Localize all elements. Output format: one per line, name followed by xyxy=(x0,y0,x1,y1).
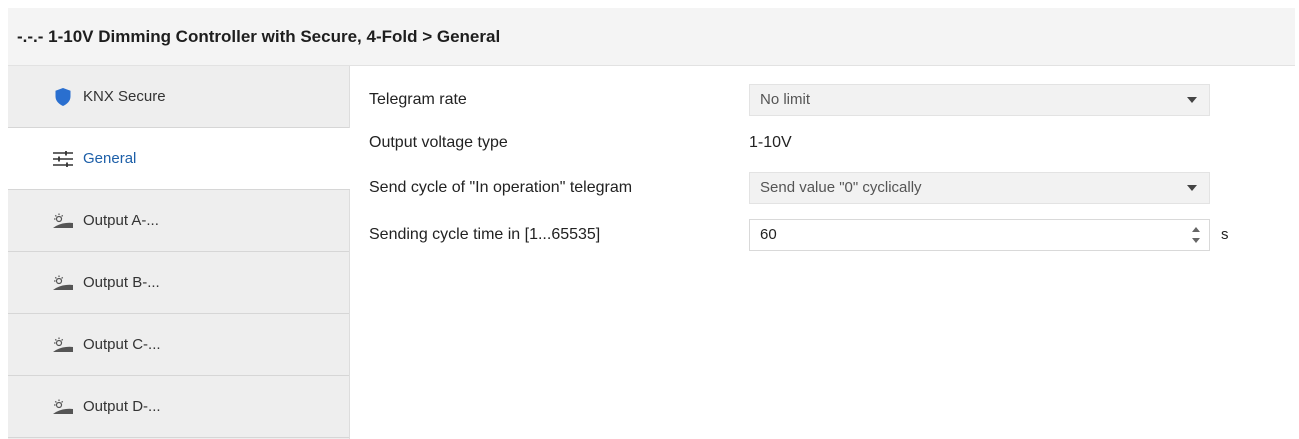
telegram-rate-label: Telegram rate xyxy=(369,91,467,108)
shield-icon xyxy=(52,86,74,108)
sending-cycle-time-label: Sending cycle time in [1...65535] xyxy=(369,226,601,243)
chevron-down-icon xyxy=(1187,185,1197,191)
send-cycle-row: Send cycle of "In operation" telegram Se… xyxy=(369,170,1269,206)
chevron-down-icon xyxy=(1187,97,1197,103)
sidebar-item-label: Output A-... xyxy=(83,212,159,229)
sidebar-item-label: KNX Secure xyxy=(83,88,166,105)
sidebar-item-output-d[interactable]: Output D-... xyxy=(8,376,349,438)
sidebar-item-output-b[interactable]: Output B-... xyxy=(8,252,349,314)
output-voltage-type-value: 1-10V xyxy=(749,134,792,151)
telegram-rate-value: No limit xyxy=(760,91,811,108)
sidebar-item-label: Output D-... xyxy=(83,398,161,415)
page-title: -.-.- 1-10V Dimming Controller with Secu… xyxy=(8,8,1295,66)
send-cycle-select[interactable]: Send value "0" cyclically xyxy=(749,172,1210,204)
unit-label: s xyxy=(1221,226,1229,243)
output-icon xyxy=(52,334,74,356)
sidebar: KNX Secure General Output A-... Output B… xyxy=(8,66,350,439)
sidebar-item-label: Output B-... xyxy=(83,274,160,291)
output-icon xyxy=(52,396,74,418)
sending-cycle-time-value: 60 xyxy=(760,226,777,243)
spinner-arrows xyxy=(1191,226,1201,246)
sidebar-item-label: General xyxy=(83,150,137,167)
sending-cycle-time-row: Sending cycle time in [1...65535] 60 s xyxy=(369,217,1269,253)
spin-up-icon[interactable] xyxy=(1192,227,1200,232)
sending-cycle-time-input[interactable]: 60 xyxy=(749,219,1210,251)
spin-down-icon[interactable] xyxy=(1192,238,1200,243)
sliders-icon xyxy=(52,148,74,170)
sidebar-item-output-c[interactable]: Output C-... xyxy=(8,314,349,376)
output-voltage-type-label: Output voltage type xyxy=(369,134,508,151)
output-voltage-type-row: Output voltage type 1-10V xyxy=(369,125,1269,161)
output-icon xyxy=(52,210,74,232)
sidebar-item-output-a[interactable]: Output A-... xyxy=(8,190,349,252)
parameter-panel: Telegram rate No limit Output voltage ty… xyxy=(350,66,1295,439)
send-cycle-value: Send value "0" cyclically xyxy=(760,179,922,196)
telegram-rate-row: Telegram rate No limit xyxy=(369,82,1269,118)
page-title-text: -.-.- 1-10V Dimming Controller with Secu… xyxy=(17,26,501,46)
sidebar-item-knx-secure[interactable]: KNX Secure xyxy=(8,66,349,128)
sidebar-item-general[interactable]: General xyxy=(8,128,350,190)
output-icon xyxy=(52,272,74,294)
send-cycle-label: Send cycle of "In operation" telegram xyxy=(369,179,633,196)
sidebar-item-label: Output C-... xyxy=(83,336,161,353)
telegram-rate-select[interactable]: No limit xyxy=(749,84,1210,116)
